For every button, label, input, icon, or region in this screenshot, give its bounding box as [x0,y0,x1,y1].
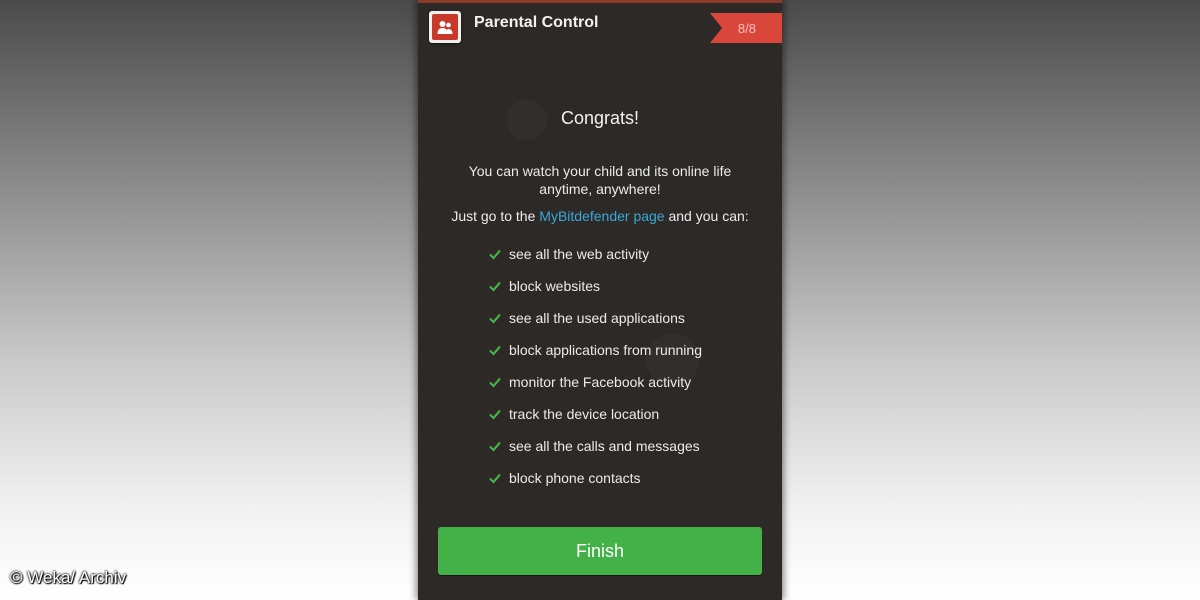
feature-item: see all the web activity [488,238,702,270]
feature-item: monitor the Facebook activity [488,366,702,398]
check-icon [489,473,501,484]
image-credit: © Weka/ Archiv [10,568,127,587]
check-icon [489,409,501,420]
feature-label: track the device location [509,406,660,422]
goto-prefix: Just go to the [451,208,540,224]
check-icon [489,313,501,324]
feature-label: see all the calls and messages [509,438,700,454]
feature-label: see all the used applications [509,310,685,326]
feature-label: monitor the Facebook activity [509,374,692,390]
parental-control-app-icon [429,11,461,43]
feature-item: block websites [488,270,702,302]
step-indicator-badge: 8/8 [710,13,782,43]
check-icon [489,441,501,452]
feature-label: block phone contacts [509,470,641,486]
feature-item: block applications from running [488,334,702,366]
feature-label: see all the web activity [509,246,650,262]
check-icon [489,377,501,388]
feature-label: block applications from running [509,342,702,358]
intro-text: You can watch your child and its online … [468,163,732,197]
step-indicator-text: 8/8 [737,20,756,36]
top-accent-bar [418,0,782,3]
goto-line: Just go to the MyBitdefender page and yo… [418,208,782,224]
feature-list: see all the web activity block websites … [488,238,702,494]
check-icon [489,281,501,292]
feature-item: block phone contacts [488,462,702,494]
feature-item: see all the used applications [488,302,702,334]
mybitdefender-link[interactable]: MyBitdefender page [539,208,664,224]
feature-label: block websites [509,278,601,294]
goto-suffix: and you can: [664,208,749,224]
app-title: Parental Control [474,14,599,31]
phone-screen: Parental Control 8/8 Congrats! You can w… [418,0,782,600]
feature-item: track the device location [488,398,702,430]
finish-button[interactable]: Finish [438,527,762,575]
check-icon [489,249,501,260]
feature-item: see all the calls and messages [488,430,702,462]
check-icon [489,345,501,356]
congrats-heading: Congrats! [560,108,640,128]
